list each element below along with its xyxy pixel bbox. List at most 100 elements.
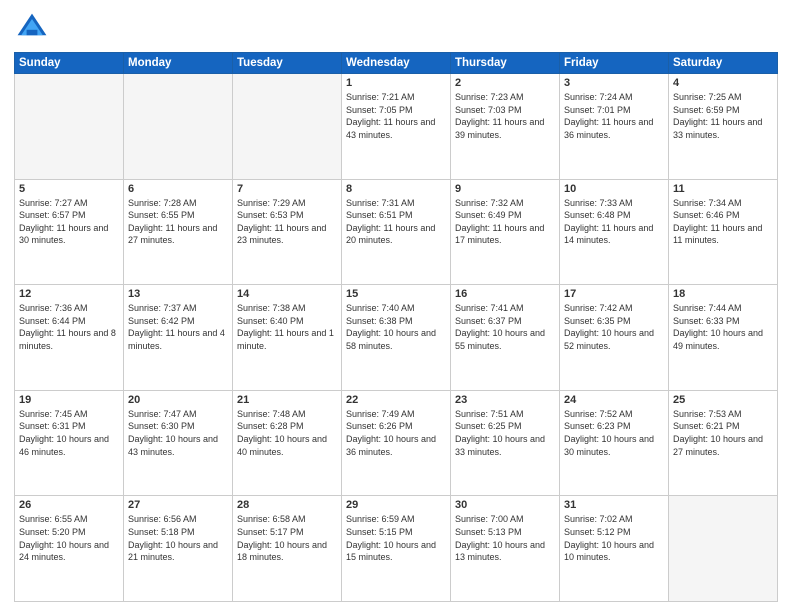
- day-cell: 2 Sunrise: 7:23 AM Sunset: 7:03 PM Daylig…: [451, 74, 560, 180]
- day-cell: 12 Sunrise: 7:36 AM Sunset: 6:44 PM Dayli…: [15, 285, 124, 391]
- day-number: 9: [455, 183, 555, 195]
- day-cell: 21 Sunrise: 7:48 AM Sunset: 6:28 PM Dayli…: [233, 390, 342, 496]
- day-info: Sunrise: 7:53 AM Sunset: 6:21 PM Dayligh…: [673, 408, 773, 458]
- day-info: Sunrise: 7:51 AM Sunset: 6:25 PM Dayligh…: [455, 408, 555, 458]
- day-info: Sunrise: 7:52 AM Sunset: 6:23 PM Dayligh…: [564, 408, 664, 458]
- day-cell: 25 Sunrise: 7:53 AM Sunset: 6:21 PM Dayli…: [669, 390, 778, 496]
- day-info: Sunrise: 7:45 AM Sunset: 6:31 PM Dayligh…: [19, 408, 119, 458]
- day-number: 3: [564, 77, 664, 89]
- day-cell: 28 Sunrise: 6:58 AM Sunset: 5:17 PM Dayli…: [233, 496, 342, 602]
- day-cell: 5Sunrise: 7:27 AM Sunset: 6:57 PM Daylig…: [15, 179, 124, 285]
- day-cell: 16Sunrise: 7:41 AM Sunset: 6:37 PM Dayli…: [451, 285, 560, 391]
- day-number: 14: [237, 288, 337, 300]
- day-number: 19: [19, 394, 119, 406]
- day-info: Sunrise: 7:00 AM Sunset: 5:13 PM Dayligh…: [455, 513, 555, 563]
- day-number: 28: [237, 499, 337, 511]
- week-row-0: 1 Sunrise: 7:21 AM Sunset: 7:05 PM Daylig…: [15, 74, 778, 180]
- day-cell: 30 Sunrise: 7:00 AM Sunset: 5:13 PM Dayli…: [451, 496, 560, 602]
- header-row: SundayMondayTuesdayWednesdayThursdayFrid…: [15, 53, 778, 74]
- day-cell: 8 Sunrise: 7:31 AM Sunset: 6:51 PM Daylig…: [342, 179, 451, 285]
- header: [14, 10, 778, 46]
- day-cell: 1 Sunrise: 7:21 AM Sunset: 7:05 PM Daylig…: [342, 74, 451, 180]
- day-cell: 19 Sunrise: 7:45 AM Sunset: 6:31 PM Dayli…: [15, 390, 124, 496]
- day-number: 29: [346, 499, 446, 511]
- day-cell: 6 Sunrise: 7:28 AM Sunset: 6:55 PM Daylig…: [124, 179, 233, 285]
- day-number: 4: [673, 77, 773, 89]
- day-cell: 11Sunrise: 7:34 AM Sunset: 6:46 PM Dayli…: [669, 179, 778, 285]
- day-info: Sunrise: 7:29 AM Sunset: 6:53 PM Dayligh…: [237, 197, 337, 247]
- day-info: Sunrise: 7:49 AM Sunset: 6:26 PM Dayligh…: [346, 408, 446, 458]
- day-info: Sunrise: 7:44 AM Sunset: 6:33 PM Dayligh…: [673, 302, 773, 352]
- col-header-thursday: Thursday: [451, 53, 560, 74]
- day-cell: 18 Sunrise: 7:44 AM Sunset: 6:33 PM Dayli…: [669, 285, 778, 391]
- day-number: 20: [128, 394, 228, 406]
- day-cell: 22 Sunrise: 7:49 AM Sunset: 6:26 PM Dayli…: [342, 390, 451, 496]
- day-number: 27: [128, 499, 228, 511]
- day-info: Sunrise: 6:58 AM Sunset: 5:17 PM Dayligh…: [237, 513, 337, 563]
- day-number: 2: [455, 77, 555, 89]
- day-number: 23: [455, 394, 555, 406]
- day-cell: 14 Sunrise: 7:38 AM Sunset: 6:40 PM Dayli…: [233, 285, 342, 391]
- day-cell: 3Sunrise: 7:24 AM Sunset: 7:01 PM Daylig…: [560, 74, 669, 180]
- week-row-2: 12 Sunrise: 7:36 AM Sunset: 6:44 PM Dayli…: [15, 285, 778, 391]
- day-number: 30: [455, 499, 555, 511]
- day-info: Sunrise: 7:33 AM Sunset: 6:48 PM Dayligh…: [564, 197, 664, 247]
- day-number: 26: [19, 499, 119, 511]
- day-info: Sunrise: 7:25 AM Sunset: 6:59 PM Dayligh…: [673, 91, 773, 141]
- day-cell: 4 Sunrise: 7:25 AM Sunset: 6:59 PM Daylig…: [669, 74, 778, 180]
- day-number: 7: [237, 183, 337, 195]
- day-info: Sunrise: 7:40 AM Sunset: 6:38 PM Dayligh…: [346, 302, 446, 352]
- day-cell: 9 Sunrise: 7:32 AM Sunset: 6:49 PM Daylig…: [451, 179, 560, 285]
- day-cell: 24 Sunrise: 7:52 AM Sunset: 6:23 PM Dayli…: [560, 390, 669, 496]
- day-number: 24: [564, 394, 664, 406]
- day-info: Sunrise: 7:41 AM Sunset: 6:37 PM Dayligh…: [455, 302, 555, 352]
- day-cell: 31Sunrise: 7:02 AM Sunset: 5:12 PM Dayli…: [560, 496, 669, 602]
- day-info: Sunrise: 7:21 AM Sunset: 7:05 PM Dayligh…: [346, 91, 446, 141]
- day-info: Sunrise: 7:31 AM Sunset: 6:51 PM Dayligh…: [346, 197, 446, 247]
- day-number: 10: [564, 183, 664, 195]
- day-number: 8: [346, 183, 446, 195]
- day-number: 12: [19, 288, 119, 300]
- day-info: Sunrise: 7:32 AM Sunset: 6:49 PM Dayligh…: [455, 197, 555, 247]
- day-info: Sunrise: 7:23 AM Sunset: 7:03 PM Dayligh…: [455, 91, 555, 141]
- day-number: 18: [673, 288, 773, 300]
- day-info: Sunrise: 7:47 AM Sunset: 6:30 PM Dayligh…: [128, 408, 228, 458]
- day-info: Sunrise: 7:37 AM Sunset: 6:42 PM Dayligh…: [128, 302, 228, 352]
- week-row-4: 26 Sunrise: 6:55 AM Sunset: 5:20 PM Dayli…: [15, 496, 778, 602]
- day-number: 25: [673, 394, 773, 406]
- day-number: 13: [128, 288, 228, 300]
- day-number: 15: [346, 288, 446, 300]
- col-header-monday: Monday: [124, 53, 233, 74]
- day-cell: 29Sunrise: 6:59 AM Sunset: 5:15 PM Dayli…: [342, 496, 451, 602]
- day-info: Sunrise: 6:56 AM Sunset: 5:18 PM Dayligh…: [128, 513, 228, 563]
- day-info: Sunrise: 7:36 AM Sunset: 6:44 PM Dayligh…: [19, 302, 119, 352]
- day-cell: [669, 496, 778, 602]
- day-info: Sunrise: 7:28 AM Sunset: 6:55 PM Dayligh…: [128, 197, 228, 247]
- day-info: Sunrise: 7:48 AM Sunset: 6:28 PM Dayligh…: [237, 408, 337, 458]
- day-cell: 10 Sunrise: 7:33 AM Sunset: 6:48 PM Dayli…: [560, 179, 669, 285]
- day-number: 1: [346, 77, 446, 89]
- day-number: 11: [673, 183, 773, 195]
- day-info: Sunrise: 7:02 AM Sunset: 5:12 PM Dayligh…: [564, 513, 664, 563]
- day-number: 21: [237, 394, 337, 406]
- day-cell: 26 Sunrise: 6:55 AM Sunset: 5:20 PM Dayli…: [15, 496, 124, 602]
- day-number: 6: [128, 183, 228, 195]
- day-cell: 23 Sunrise: 7:51 AM Sunset: 6:25 PM Dayli…: [451, 390, 560, 496]
- day-info: Sunrise: 7:38 AM Sunset: 6:40 PM Dayligh…: [237, 302, 337, 352]
- col-header-sunday: Sunday: [15, 53, 124, 74]
- day-number: 22: [346, 394, 446, 406]
- page: SundayMondayTuesdayWednesdayThursdayFrid…: [0, 0, 792, 612]
- day-info: Sunrise: 6:55 AM Sunset: 5:20 PM Dayligh…: [19, 513, 119, 563]
- day-cell: [15, 74, 124, 180]
- day-cell: 17Sunrise: 7:42 AM Sunset: 6:35 PM Dayli…: [560, 285, 669, 391]
- day-cell: 20 Sunrise: 7:47 AM Sunset: 6:30 PM Dayli…: [124, 390, 233, 496]
- calendar-table: SundayMondayTuesdayWednesdayThursdayFrid…: [14, 52, 778, 602]
- day-cell: 13 Sunrise: 7:37 AM Sunset: 6:42 PM Dayli…: [124, 285, 233, 391]
- day-cell: 27 Sunrise: 6:56 AM Sunset: 5:18 PM Dayli…: [124, 496, 233, 602]
- day-cell: [233, 74, 342, 180]
- col-header-tuesday: Tuesday: [233, 53, 342, 74]
- day-info: Sunrise: 7:42 AM Sunset: 6:35 PM Dayligh…: [564, 302, 664, 352]
- day-cell: 7 Sunrise: 7:29 AM Sunset: 6:53 PM Daylig…: [233, 179, 342, 285]
- col-header-saturday: Saturday: [669, 53, 778, 74]
- day-info: Sunrise: 7:27 AM Sunset: 6:57 PM Dayligh…: [19, 197, 119, 247]
